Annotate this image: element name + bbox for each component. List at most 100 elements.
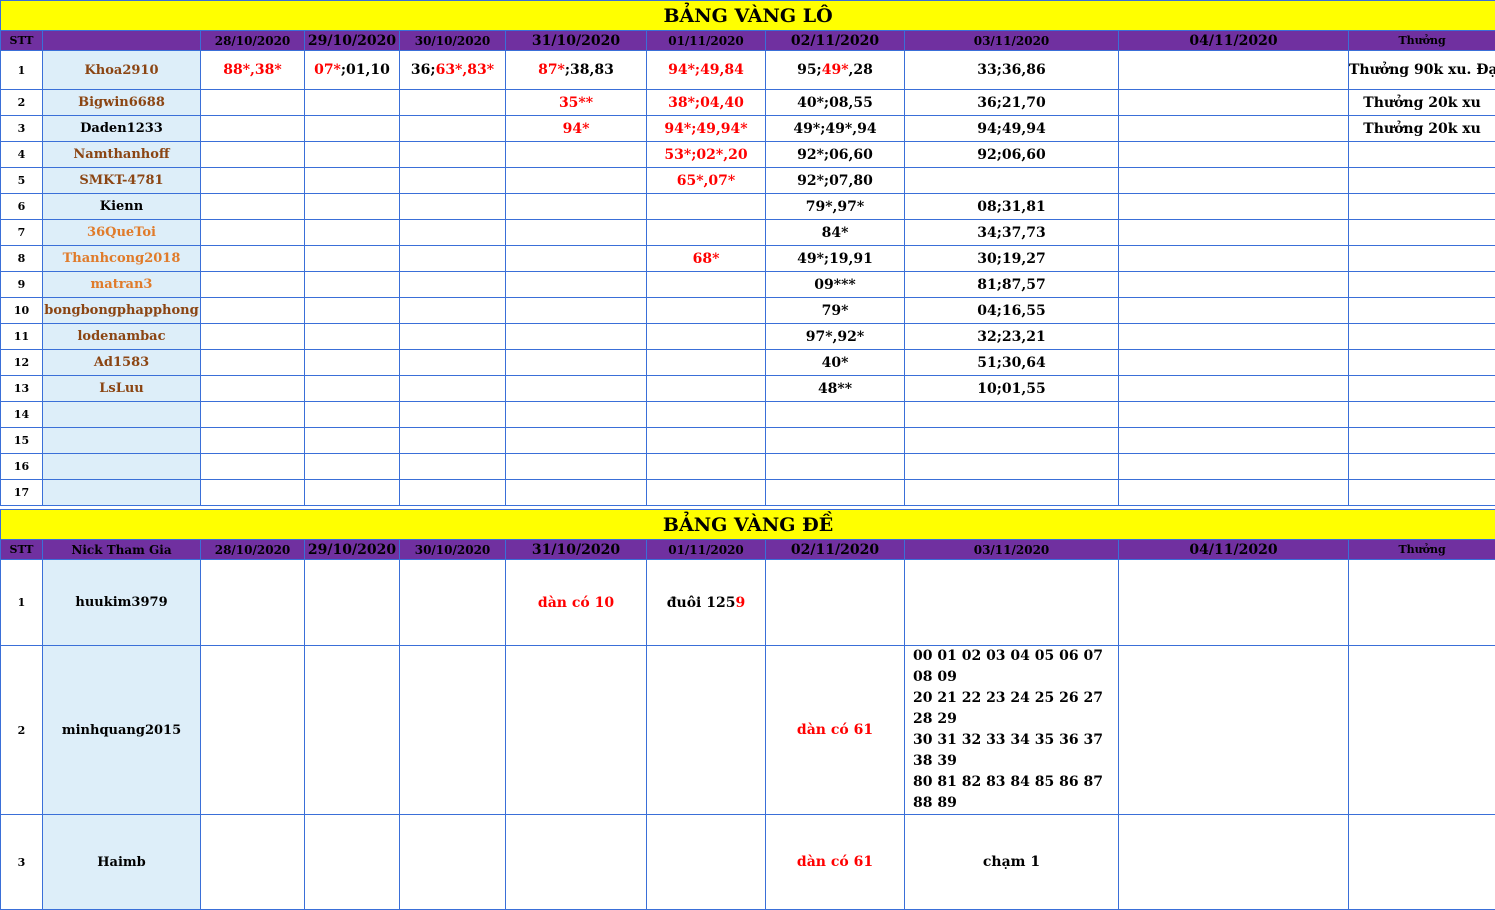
result-cell (400, 376, 506, 402)
result-cell (1119, 402, 1349, 428)
result-cell: 07*;01,10 (305, 51, 400, 90)
cell-text: 94* (563, 121, 590, 137)
result-cell (400, 646, 506, 815)
row-number: 3 (1, 815, 43, 910)
de-title: BẢNG VÀNG ĐỀ (1, 510, 1495, 540)
cell-text: ;38,83 (565, 62, 614, 78)
reward-cell (1349, 646, 1495, 815)
result-cell (201, 350, 305, 376)
cell-text: 94*;49,94* (664, 121, 747, 137)
result-cell: 92*;06,60 (766, 142, 905, 168)
cell-text: 35** (559, 95, 593, 111)
row-number: 13 (1, 376, 43, 402)
result-cell: 97*,92* (766, 324, 905, 350)
result-cell (506, 298, 647, 324)
result-cell (305, 246, 400, 272)
row-number: 7 (1, 220, 43, 246)
nick-name: 36QueToi (43, 220, 201, 246)
result-cell (647, 272, 766, 298)
table-row: 2minhquang2015dàn có 6100 01 02 03 04 05… (1, 646, 1495, 815)
de-header-date: 04/11/2020 (1119, 540, 1349, 560)
result-cell: 36;21,70 (905, 90, 1119, 116)
reward-cell (1349, 220, 1495, 246)
result-cell (305, 168, 400, 194)
result-cell: 33;36,86 (905, 51, 1119, 90)
result-cell: 94*;49,94* (647, 116, 766, 142)
result-cell: 87*;38,83 (506, 51, 647, 90)
result-cell (400, 402, 506, 428)
lo-title: BẢNG VÀNG LÔ (1, 1, 1495, 31)
result-cell (647, 454, 766, 480)
row-number: 1 (1, 51, 43, 90)
reward-cell (1349, 350, 1495, 376)
nick-name (43, 454, 201, 480)
nick-name: minhquang2015 (43, 646, 201, 815)
de-header-date: 01/11/2020 (647, 540, 766, 560)
cell-text: 94;49,94 (977, 121, 1046, 137)
row-number: 2 (1, 90, 43, 116)
result-cell (905, 402, 1119, 428)
lo-header-date: 31/10/2020 (506, 31, 647, 51)
cell-text: 92*;06,60 (797, 147, 873, 163)
row-number: 8 (1, 246, 43, 272)
result-cell (506, 646, 647, 815)
result-cell: 38*;04,40 (647, 90, 766, 116)
cell-text: 34;37,73 (977, 225, 1046, 241)
result-cell (506, 454, 647, 480)
result-cell (400, 480, 506, 506)
nick-name: Kienn (43, 194, 201, 220)
result-cell (201, 324, 305, 350)
result-cell (305, 298, 400, 324)
cell-text: 79* (822, 303, 849, 319)
result-cell (305, 142, 400, 168)
result-cell: dàn có 10 (506, 560, 647, 646)
result-cell (201, 272, 305, 298)
table-row: 12Ad158340*51;30,64 (1, 350, 1495, 376)
table-row: 14 (1, 402, 1495, 428)
lo-header-date: 28/10/2020 (201, 31, 305, 51)
de-header-row: STT Nick Tham Gia 28/10/2020 29/10/2020 … (1, 540, 1495, 560)
result-cell (905, 168, 1119, 194)
table-row: 736QueToi84*34;37,73 (1, 220, 1495, 246)
result-cell: đuôi 1259 (647, 560, 766, 646)
result-cell (400, 428, 506, 454)
result-cell: 40* (766, 350, 905, 376)
result-cell (305, 454, 400, 480)
result-cell: 32;23,21 (905, 324, 1119, 350)
de-table: BẢNG VÀNG ĐỀ STT Nick Tham Gia 28/10/202… (0, 509, 1495, 910)
result-cell (400, 350, 506, 376)
result-cell (305, 646, 400, 815)
nick-name: bongbongphapphong (43, 298, 201, 324)
cell-text: 92;06,60 (977, 147, 1046, 163)
lo-header-stt: STT (1, 31, 43, 51)
cell-text: 07* (314, 62, 341, 78)
result-cell (201, 646, 305, 815)
cell-text: 04;16,55 (977, 303, 1046, 319)
lo-header-date: 29/10/2020 (305, 31, 400, 51)
result-cell (905, 454, 1119, 480)
result-cell (400, 246, 506, 272)
cell-text: dàn có 61 (797, 722, 873, 738)
cell-text: ;01,10 (341, 62, 390, 78)
result-cell: 49*;19,91 (766, 246, 905, 272)
table-row: 13LsLuu48**10;01,55 (1, 376, 1495, 402)
reward-cell (1349, 298, 1495, 324)
result-cell (1119, 246, 1349, 272)
table-row: 2Bigwin668835**38*;04,4040*;08,5536;21,7… (1, 90, 1495, 116)
table-row: 3Haimbdàn có 61chạm 1 (1, 815, 1495, 910)
result-cell (647, 428, 766, 454)
result-cell (1119, 376, 1349, 402)
table-row: 1huukim3979dàn có 10đuôi 1259 (1, 560, 1495, 646)
result-cell (305, 815, 400, 910)
result-cell (647, 402, 766, 428)
cell-text: 95; (797, 62, 822, 78)
result-cell (1119, 272, 1349, 298)
de-header-nick: Nick Tham Gia (43, 540, 201, 560)
result-cell: 92;06,60 (905, 142, 1119, 168)
result-cell: 35** (506, 90, 647, 116)
cell-text: 81;87,57 (977, 277, 1046, 293)
result-cell (766, 428, 905, 454)
reward-cell (1349, 428, 1495, 454)
result-cell: 65*,07* (647, 168, 766, 194)
result-cell (201, 168, 305, 194)
